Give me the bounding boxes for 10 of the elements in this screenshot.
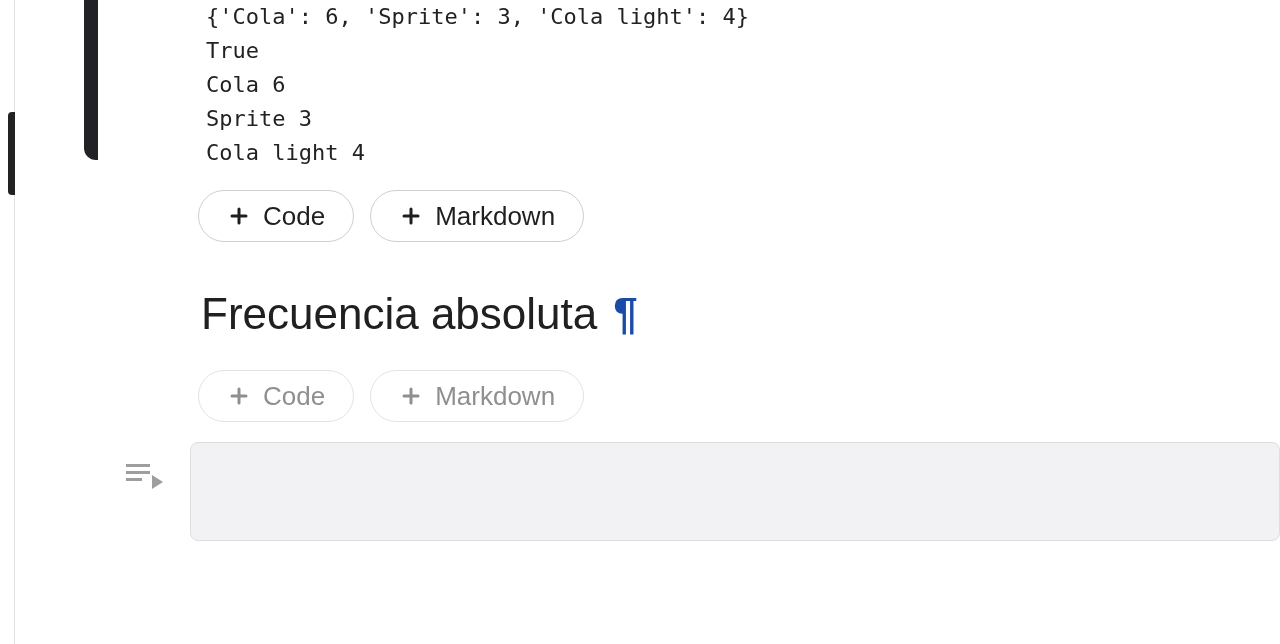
output-line: True: [206, 37, 260, 65]
output-line: Cola 6: [206, 71, 287, 99]
empty-cell[interactable]: [190, 442, 1280, 541]
anchor-link[interactable]: ¶: [613, 288, 638, 340]
output-line: Cola light 4: [206, 139, 366, 167]
add-code-button[interactable]: Code: [198, 190, 355, 242]
output-line: Sprite 3: [206, 105, 313, 133]
add-markdown-button[interactable]: Markdown: [370, 190, 585, 242]
section-heading: Frecuencia absoluta: [201, 288, 598, 340]
output-line: {'Cola': 6, 'Sprite': 3, 'Cola light': 4}: [206, 3, 750, 31]
